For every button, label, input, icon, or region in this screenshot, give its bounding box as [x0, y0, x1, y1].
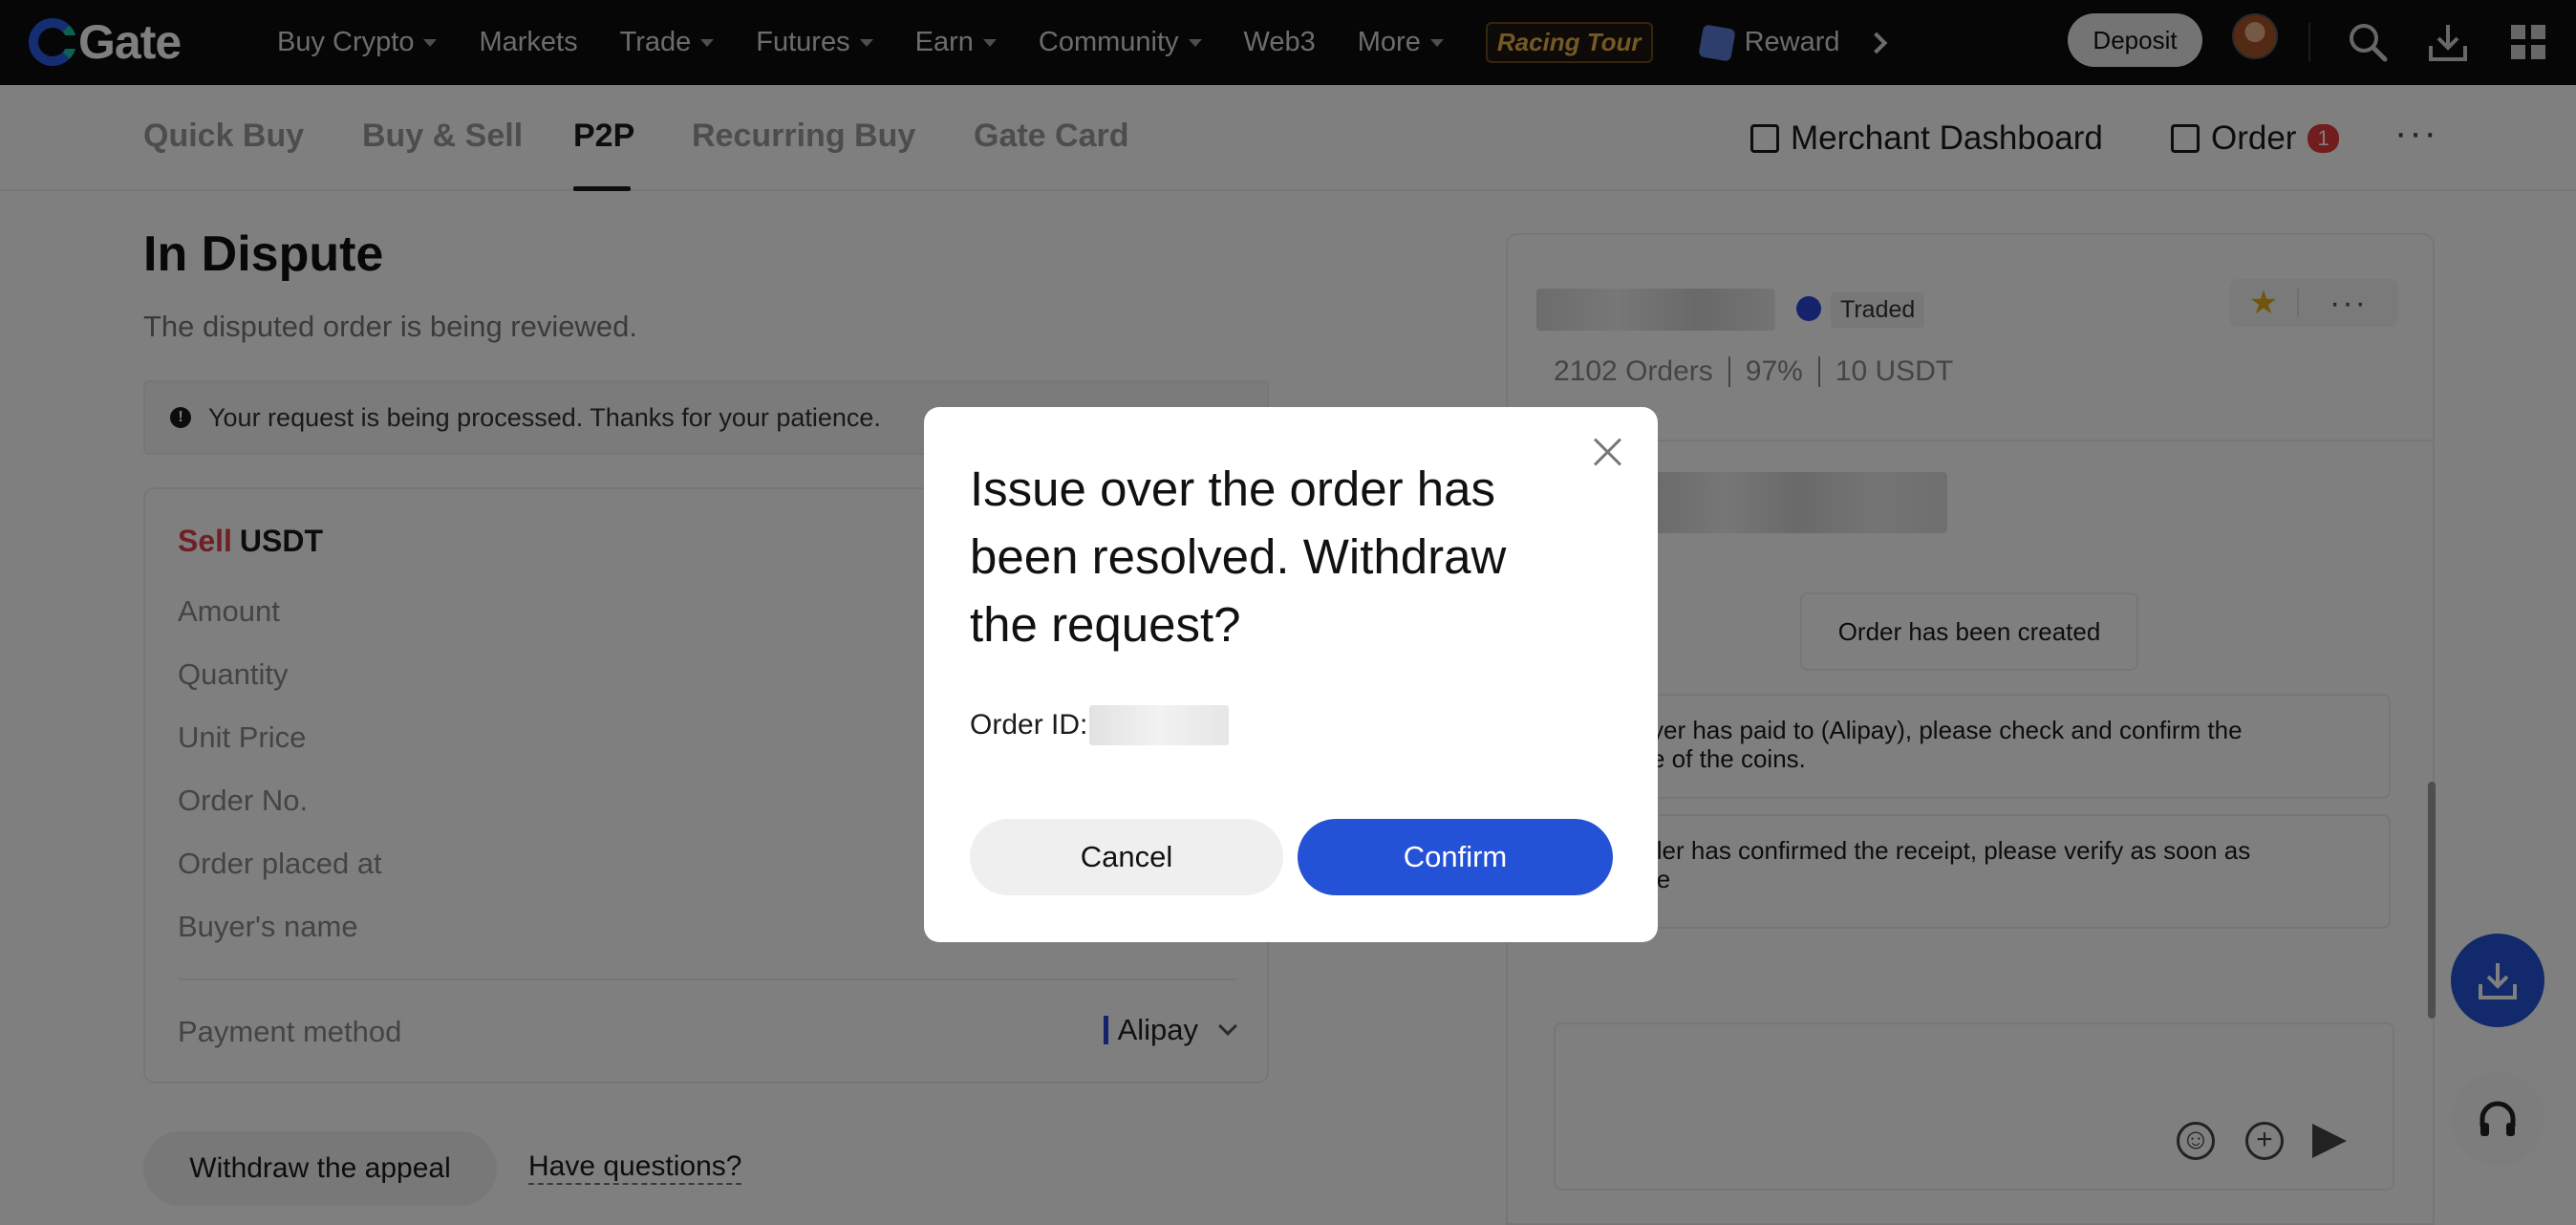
- confirm-button[interactable]: Confirm: [1298, 819, 1613, 895]
- close-icon[interactable]: [1593, 436, 1623, 466]
- order-id-redacted: [1089, 705, 1230, 745]
- withdraw-request-dialog: Issue over the order has been resolved. …: [924, 407, 1658, 942]
- order-id-row: Order ID:: [970, 705, 1230, 745]
- order-id-label: Order ID:: [970, 709, 1088, 741]
- cancel-button[interactable]: Cancel: [970, 819, 1283, 895]
- dialog-title: Issue over the order has been resolved. …: [970, 462, 1507, 652]
